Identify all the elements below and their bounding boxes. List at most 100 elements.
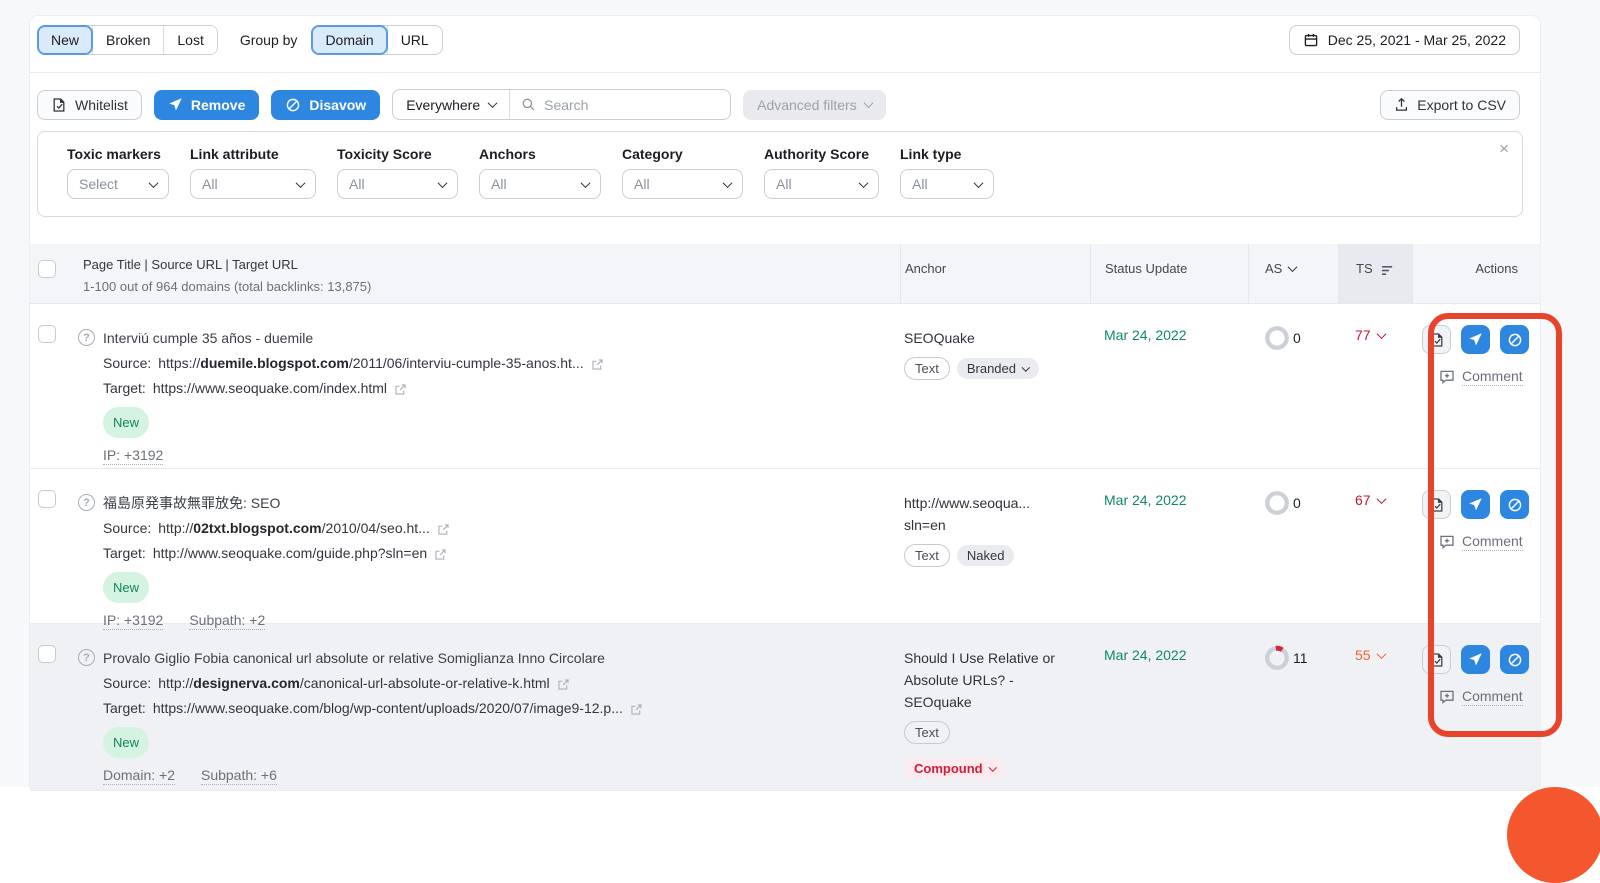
meta-link[interactable]: IP: +3192 [103, 447, 163, 465]
source-label: Source: [103, 351, 151, 376]
filter-label: Toxicity Score [337, 146, 458, 162]
anchor-tag-label: Compound [914, 761, 983, 776]
calendar-icon [1303, 32, 1319, 48]
meta-link[interactable]: Subpath: +6 [201, 767, 277, 785]
as-value: 0 [1293, 330, 1301, 346]
filter-link-type: Link type All [900, 146, 994, 216]
advanced-filters-button[interactable]: Advanced filters [743, 90, 886, 120]
backlink-row: ? Interviú cumple 35 años - duemileSource… [30, 304, 1540, 469]
help-icon[interactable]: ? [78, 649, 95, 666]
filter-select[interactable]: All [900, 169, 994, 199]
row-title: Interviú cumple 35 años - duemile [103, 326, 604, 351]
group-tab-domain[interactable]: Domain [312, 26, 386, 54]
chevron-down-icon [1376, 494, 1386, 504]
column-header-ts[interactable]: TS [1338, 244, 1412, 303]
external-link-icon[interactable] [434, 548, 447, 561]
whitelist-action-button[interactable] [1422, 325, 1451, 354]
help-icon[interactable]: ? [78, 329, 95, 346]
filter-select[interactable]: All [479, 169, 601, 199]
row-checkbox[interactable] [38, 645, 56, 663]
search-group: Everywhere [392, 89, 731, 120]
as-value: 0 [1293, 495, 1301, 511]
date-range-button[interactable]: Dec 25, 2021 - Mar 25, 2022 [1289, 25, 1520, 55]
whitelist-action-button[interactable] [1422, 645, 1451, 674]
filter-value: All [491, 176, 507, 192]
anchor-tag[interactable]: Branded [957, 358, 1039, 379]
column-header-as[interactable]: AS [1248, 244, 1338, 303]
disavow-action-button[interactable] [1500, 325, 1529, 354]
status-date: Mar 24, 2022 [1104, 647, 1187, 663]
comment-icon [1439, 534, 1455, 550]
filter-value: Select [79, 176, 118, 192]
filter-value: All [776, 176, 792, 192]
close-icon[interactable]: × [1499, 140, 1509, 157]
filter-select[interactable]: Select [67, 169, 169, 199]
comment-button[interactable]: Comment [1439, 532, 1540, 551]
as-donut-icon [1264, 490, 1290, 516]
comment-label: Comment [1462, 687, 1523, 706]
filter-toxic-markers: Toxic markers Select [67, 146, 169, 216]
chevron-down-icon [296, 178, 306, 188]
external-link-icon[interactable] [557, 678, 570, 691]
filter-select[interactable]: All [337, 169, 458, 199]
meta-links: IP: +3192 [103, 447, 604, 465]
column-header-page: Page Title | Source URL | Target URL [83, 257, 870, 272]
target-label: Target: [103, 376, 146, 401]
meta-link[interactable]: Domain: +2 [103, 767, 175, 785]
remove-action-button[interactable] [1461, 645, 1490, 674]
feedback-fab[interactable] [1507, 787, 1600, 883]
tab-lost[interactable]: Lost [163, 26, 216, 54]
backlink-row: ?福島原発事故無罪放免: SEOSource:http://02txt.blog… [30, 469, 1540, 624]
ts-score[interactable]: 55 [1355, 647, 1412, 663]
tab-broken[interactable]: Broken [92, 26, 163, 54]
filter-select[interactable]: All [190, 169, 316, 199]
filter-label: Link type [900, 146, 994, 162]
search-input[interactable] [544, 97, 719, 113]
group-tab-url[interactable]: URL [387, 26, 442, 54]
export-csv-button[interactable]: Export to CSV [1380, 90, 1520, 120]
remove-action-button[interactable] [1461, 325, 1490, 354]
chevron-down-icon [988, 763, 996, 771]
target-url: https://www.seoquake.com/index.html [153, 376, 387, 401]
anchor-tag-label: Text [915, 361, 939, 376]
disavow-action-button[interactable] [1500, 490, 1529, 519]
whitelist-button[interactable]: Whitelist [37, 90, 142, 120]
target-url: http://www.seoquake.com/guide.php?sln=en [153, 541, 427, 566]
as-value: 11 [1293, 650, 1308, 666]
tab-new[interactable]: New [38, 26, 92, 54]
comment-icon [1439, 689, 1455, 705]
anchor-text: Should I Use Relative or Absolute URLs? … [904, 647, 1068, 713]
select-all-checkbox[interactable] [38, 260, 56, 278]
external-link-icon[interactable] [591, 358, 604, 371]
ts-score[interactable]: 67 [1355, 492, 1412, 508]
help-icon[interactable]: ? [78, 494, 95, 511]
filter-select[interactable]: All [622, 169, 743, 199]
row-checkbox[interactable] [38, 325, 56, 343]
scope-select[interactable]: Everywhere [393, 90, 510, 119]
chevron-down-icon [723, 178, 733, 188]
disavow-action-button[interactable] [1500, 645, 1529, 674]
remove-action-button[interactable] [1461, 490, 1490, 519]
chevron-down-icon [974, 178, 984, 188]
row-title: 福島原発事故無罪放免: SEO [103, 491, 450, 516]
whitelist-label: Whitelist [75, 97, 128, 113]
external-link-icon[interactable] [437, 523, 450, 536]
disavow-button[interactable]: Disavow [271, 90, 380, 120]
comment-button[interactable]: Comment [1439, 367, 1540, 386]
filter-label: Toxic markers [67, 146, 169, 162]
remove-button[interactable]: Remove [154, 90, 259, 120]
as-donut-icon [1264, 325, 1290, 351]
export-icon [1394, 97, 1409, 112]
chevron-down-icon [149, 178, 159, 188]
external-link-icon[interactable] [394, 383, 407, 396]
row-checkbox[interactable] [38, 490, 56, 508]
anchor-tag[interactable]: Compound [904, 758, 1005, 779]
anchor-tag-label: Naked [967, 548, 1005, 563]
ts-score[interactable]: 77 [1355, 327, 1412, 343]
filter-select[interactable]: All [764, 169, 879, 199]
whitelist-action-button[interactable] [1422, 490, 1451, 519]
comment-button[interactable]: Comment [1439, 687, 1540, 706]
table-header: Page Title | Source URL | Target URL 1-1… [30, 244, 1540, 304]
external-link-icon[interactable] [630, 703, 643, 716]
chevron-down-icon [1022, 363, 1030, 371]
